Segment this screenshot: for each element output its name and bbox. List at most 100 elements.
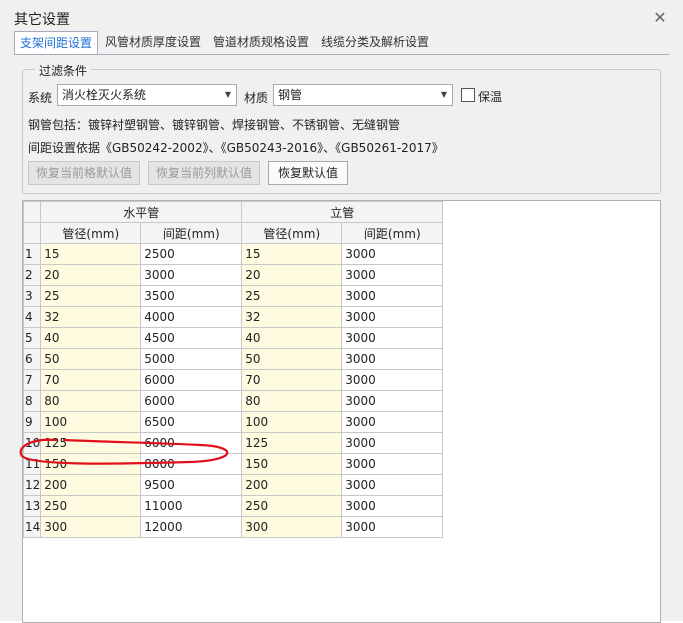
tab-support-spacing[interactable]: 支架间距设置 (14, 31, 99, 55)
h-spacing-cell[interactable]: 6000 (140, 432, 243, 454)
restore-cell-default-button[interactable]: 恢复当前格默认值 (28, 161, 140, 185)
v-diameter-cell[interactable]: 300 (241, 516, 343, 538)
corner-cell (23, 201, 42, 223)
v-diameter-cell[interactable]: 40 (241, 327, 343, 349)
h-diameter-cell[interactable]: 250 (40, 495, 142, 517)
h-diameter-cell[interactable]: 50 (40, 348, 142, 370)
table-row[interactable]: 10 125 6000 125 3000 (23, 432, 444, 454)
table-row[interactable]: 4 32 4000 32 3000 (23, 306, 444, 328)
h-diameter-cell[interactable]: 100 (40, 411, 142, 433)
v-spacing-cell[interactable]: 3000 (341, 390, 444, 412)
h-diameter-cell[interactable]: 80 (40, 390, 142, 412)
steel-includes-text: 钢管包括：镀锌衬塑钢管、镀锌钢管、焊接钢管、不锈钢管、无缝钢管 (28, 118, 401, 132)
h-diameter-header: 管径(mm) (40, 222, 142, 244)
v-diameter-cell[interactable]: 20 (241, 264, 343, 286)
insulation-label: 保温 (478, 90, 503, 104)
v-diameter-cell[interactable]: 32 (241, 306, 343, 328)
table-row[interactable]: 9 100 6500 100 3000 (23, 411, 444, 433)
h-diameter-cell[interactable]: 125 (40, 432, 142, 454)
v-spacing-cell[interactable]: 3000 (341, 264, 444, 286)
h-spacing-cell[interactable]: 6500 (140, 411, 243, 433)
h-diameter-cell[interactable]: 15 (40, 243, 142, 265)
table-row[interactable]: 8 80 6000 80 3000 (23, 390, 444, 412)
h-spacing-cell[interactable]: 6000 (140, 390, 243, 412)
chevron-down-icon: ▼ (440, 90, 447, 99)
v-diameter-cell[interactable]: 250 (241, 495, 343, 517)
material-select[interactable]: 钢管 ▼ (273, 84, 453, 106)
v-spacing-cell[interactable]: 3000 (341, 453, 444, 475)
table-row[interactable]: 6 50 5000 50 3000 (23, 348, 444, 370)
close-icon[interactable]: ✕ (650, 8, 670, 28)
table-row[interactable]: 13 250 11000 250 3000 (23, 495, 444, 517)
restore-column-default-button[interactable]: 恢复当前列默认值 (148, 161, 260, 185)
v-spacing-cell[interactable]: 3000 (341, 516, 444, 538)
v-spacing-cell[interactable]: 3000 (341, 474, 444, 496)
v-diameter-cell[interactable]: 150 (241, 453, 343, 475)
v-spacing-cell[interactable]: 3000 (341, 495, 444, 517)
h-spacing-cell[interactable]: 6000 (140, 369, 243, 391)
v-diameter-cell[interactable]: 25 (241, 285, 343, 307)
v-spacing-cell[interactable]: 3000 (341, 285, 444, 307)
v-spacing-cell[interactable]: 3000 (341, 306, 444, 328)
h-spacing-cell[interactable]: 4500 (140, 327, 243, 349)
table-row[interactable]: 1 15 2500 15 3000 (23, 243, 444, 265)
h-spacing-cell[interactable]: 5000 (140, 348, 243, 370)
tab-duct-thickness[interactable]: 风管材质厚度设置 (100, 31, 206, 53)
h-diameter-cell[interactable]: 32 (40, 306, 142, 328)
table-row[interactable]: 5 40 4500 40 3000 (23, 327, 444, 349)
system-select-value: 消火栓灭火系统 (62, 88, 147, 102)
v-diameter-header: 管径(mm) (241, 222, 343, 244)
v-diameter-cell[interactable]: 125 (241, 432, 343, 454)
table-row[interactable]: 14 300 12000 300 3000 (23, 516, 444, 538)
v-spacing-cell[interactable]: 3000 (341, 411, 444, 433)
row-index: 4 (23, 306, 42, 328)
h-spacing-cell[interactable]: 8000 (140, 453, 243, 475)
v-spacing-cell[interactable]: 3000 (341, 432, 444, 454)
row-index: 13 (23, 495, 42, 517)
h-spacing-cell[interactable]: 2500 (140, 243, 243, 265)
row-index: 2 (23, 264, 42, 286)
h-diameter-cell[interactable]: 20 (40, 264, 142, 286)
material-label: 材质 (244, 91, 269, 105)
h-spacing-cell[interactable]: 12000 (140, 516, 243, 538)
h-diameter-cell[interactable]: 300 (40, 516, 142, 538)
h-spacing-cell[interactable]: 9500 (140, 474, 243, 496)
row-index: 3 (23, 285, 42, 307)
h-diameter-cell[interactable]: 150 (40, 453, 142, 475)
v-spacing-cell[interactable]: 3000 (341, 348, 444, 370)
tab-cable-classification[interactable]: 线缆分类及解析设置 (316, 31, 434, 53)
table-row[interactable]: 7 70 6000 70 3000 (23, 369, 444, 391)
h-spacing-cell[interactable]: 3000 (140, 264, 243, 286)
tab-panel: 过滤条件 系统 消火栓灭火系统 ▼ 材质 钢管 ▼ 保温 钢管包括：镀锌衬塑钢管… (14, 55, 669, 623)
v-diameter-cell[interactable]: 200 (241, 474, 343, 496)
table-row[interactable]: 2 20 3000 20 3000 (23, 264, 444, 286)
v-diameter-cell[interactable]: 70 (241, 369, 343, 391)
tab-pipe-spec[interactable]: 管道材质规格设置 (208, 31, 314, 53)
table-row[interactable]: 3 25 3500 25 3000 (23, 285, 444, 307)
v-spacing-cell[interactable]: 3000 (341, 369, 444, 391)
row-index: 11 (23, 453, 42, 475)
row-index: 7 (23, 369, 42, 391)
v-spacing-cell[interactable]: 3000 (341, 243, 444, 265)
h-spacing-cell[interactable]: 11000 (140, 495, 243, 517)
insulation-checkbox[interactable] (461, 88, 475, 102)
row-index: 1 (23, 243, 42, 265)
restore-default-button[interactable]: 恢复默认值 (268, 161, 348, 185)
row-index: 8 (23, 390, 42, 412)
v-spacing-cell[interactable]: 3000 (341, 327, 444, 349)
row-index: 9 (23, 411, 42, 433)
h-diameter-cell[interactable]: 40 (40, 327, 142, 349)
vertical-pipe-header: 立管 (241, 201, 444, 223)
h-diameter-cell[interactable]: 70 (40, 369, 142, 391)
h-diameter-cell[interactable]: 25 (40, 285, 142, 307)
v-diameter-cell[interactable]: 50 (241, 348, 343, 370)
system-select[interactable]: 消火栓灭火系统 ▼ (57, 84, 237, 106)
table-row[interactable]: 11 150 8000 150 3000 (23, 453, 444, 475)
h-diameter-cell[interactable]: 200 (40, 474, 142, 496)
v-diameter-cell[interactable]: 100 (241, 411, 343, 433)
h-spacing-cell[interactable]: 4000 (140, 306, 243, 328)
v-diameter-cell[interactable]: 15 (241, 243, 343, 265)
h-spacing-cell[interactable]: 3500 (140, 285, 243, 307)
table-row[interactable]: 12 200 9500 200 3000 (23, 474, 444, 496)
v-diameter-cell[interactable]: 80 (241, 390, 343, 412)
